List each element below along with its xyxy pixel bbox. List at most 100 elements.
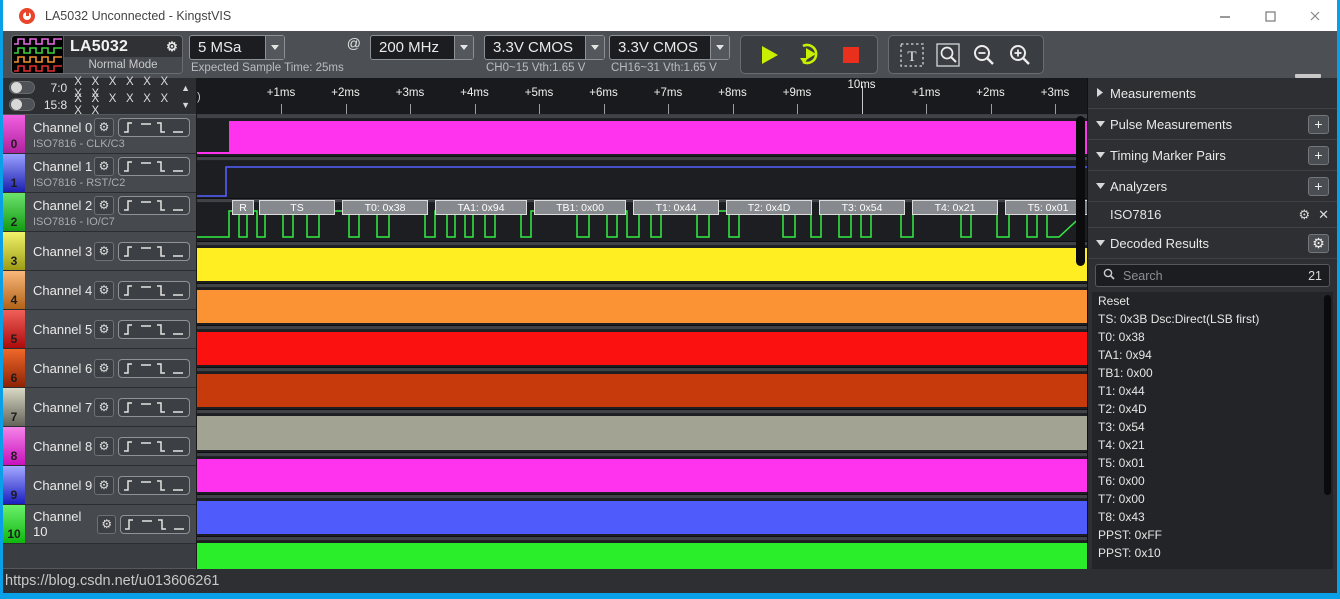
section-decoded-results[interactable]: Decoded Results ⚙ <box>1088 228 1337 259</box>
trigger-scroll-arrow-icon[interactable]: ▲ <box>181 83 190 93</box>
channel-settings-gear-icon[interactable]: ⚙ <box>97 514 117 534</box>
channel-trigger-edge-buttons[interactable] <box>120 514 190 534</box>
decoded-result-item[interactable]: Reset <box>1092 292 1333 310</box>
decoded-result-item[interactable]: T4: 0x21 <box>1092 436 1333 454</box>
channel-row-1[interactable]: 1 Channel 1 ⚙ ISO7816 - RST/C2 <box>3 154 196 193</box>
decoded-result-item[interactable]: TA1: 0x94 <box>1092 346 1333 364</box>
add-button[interactable]: + <box>1308 145 1329 165</box>
channel-row-0[interactable]: 0 Channel 0 ⚙ ISO7816 - CLK/C3 <box>3 115 196 154</box>
channel-trigger-edge-buttons[interactable] <box>118 156 190 176</box>
channel-settings-gear-icon[interactable]: ⚙ <box>94 280 114 300</box>
decoded-bubble[interactable]: T0: 0x38 <box>342 200 428 216</box>
channel-trigger-edge-buttons[interactable] <box>118 397 190 417</box>
channel-settings-gear-icon[interactable]: ⚙ <box>94 475 114 495</box>
channel-row-6[interactable]: 6 Channel 6 ⚙ <box>3 349 196 388</box>
channel-trigger-edge-buttons[interactable] <box>118 475 190 495</box>
waveform-row-5[interactable] <box>197 326 1087 369</box>
channel-settings-gear-icon[interactable]: ⚙ <box>94 319 114 339</box>
channel-row-3[interactable]: 3 Channel 3 ⚙ <box>3 232 196 271</box>
channel-trigger-edge-buttons[interactable] <box>118 117 190 137</box>
chevron-down-icon[interactable] <box>265 36 284 59</box>
decoded-bubble[interactable]: TS <box>259 200 335 216</box>
channel-trigger-edge-buttons[interactable] <box>118 436 190 456</box>
add-button[interactable]: + <box>1308 114 1329 134</box>
device-selector[interactable]: LA5032 ⚙ Normal Mode <box>11 35 183 74</box>
zoom-out-button[interactable] <box>971 42 997 68</box>
channel-row-9[interactable]: 9 Channel 9 ⚙ <box>3 466 196 505</box>
decoded-result-item[interactable]: TS: 0x3B Dsc:Direct(LSB first) <box>1092 310 1333 328</box>
decoded-result-item[interactable]: T2: 0x4D <box>1092 400 1333 418</box>
decoded-bubble[interactable]: TB1: 0x00 <box>534 200 626 216</box>
channel-settings-gear-icon[interactable]: ⚙ <box>94 241 114 261</box>
decoded-result-item[interactable]: T0: 0x38 <box>1092 328 1333 346</box>
zoom-fit-button[interactable] <box>935 42 961 68</box>
sample-rate-select[interactable]: 200 MHz <box>369 35 474 60</box>
chevron-down-icon[interactable] <box>1096 238 1110 248</box>
decoded-bubble[interactable]: TA1: 0x94 <box>435 200 527 216</box>
text-tool-button[interactable]: T <box>899 42 925 68</box>
trigger-scroll-arrow-icon[interactable]: ▼ <box>181 100 190 110</box>
channel-settings-gear-icon[interactable]: ⚙ <box>94 117 114 137</box>
decoded-result-item[interactable]: T8: 0x43 <box>1092 508 1333 526</box>
section-timing-marker-pairs[interactable]: Timing Marker Pairs + <box>1088 140 1337 171</box>
channel-settings-gear-icon[interactable]: ⚙ <box>94 195 114 215</box>
section-measurements[interactable]: Measurements <box>1088 78 1337 109</box>
channel-trigger-edge-buttons[interactable] <box>118 319 190 339</box>
waveform-row-2[interactable]: R TS T0: 0x38 TA1: 0x94 TB1: 0x00 T1: 0x44 T2:… <box>197 199 1087 242</box>
sample-depth-select[interactable]: 5 MSa <box>189 35 285 60</box>
device-settings-gear-icon[interactable]: ⚙ <box>166 39 178 55</box>
decoded-bubble[interactable]: R <box>232 200 254 216</box>
decoded-results-list[interactable]: Reset TS: 0x3B Dsc:Direct(LSB first) T0: 0… <box>1092 292 1333 593</box>
section-pulse-measurements[interactable]: Pulse Measurements + <box>1088 109 1337 140</box>
trigger-enable-toggle[interactable] <box>9 81 35 94</box>
close-button[interactable] <box>1292 0 1337 31</box>
channel-row-4[interactable]: 4 Channel 4 ⚙ <box>3 271 196 310</box>
decoded-bubble[interactable]: T4: 0x21 <box>912 200 998 216</box>
analyzer-item-iso7816[interactable]: ISO7816 ⚙ ✕ <box>1088 202 1337 228</box>
decoded-result-item[interactable]: T5: 0x01 <box>1092 454 1333 472</box>
trigger-mask-marks[interactable]: X X X X X X X X <box>74 93 181 117</box>
decoded-result-item[interactable]: T7: 0x00 <box>1092 490 1333 508</box>
trigger-enable-toggle[interactable] <box>9 98 35 111</box>
add-button[interactable]: + <box>1308 176 1329 196</box>
channel-trigger-edge-buttons[interactable] <box>118 358 190 378</box>
decoded-result-item[interactable]: PPST: 0x10 <box>1092 544 1333 562</box>
loop-capture-button[interactable] <box>797 42 825 68</box>
waveform-row-4[interactable] <box>197 283 1087 326</box>
ch16-31-level-select[interactable]: 3.3V CMOS <box>608 35 730 60</box>
decoded-bubble[interactable]: T1: 0x44 <box>633 200 719 216</box>
device-mode-label[interactable]: Normal Mode <box>64 57 182 73</box>
channel-trigger-edge-buttons[interactable] <box>118 280 190 300</box>
channel-settings-gear-icon[interactable]: ⚙ <box>94 436 114 456</box>
channel-row-7[interactable]: 7 Channel 7 ⚙ <box>3 388 196 427</box>
decoded-result-item[interactable]: PPST: 0xFF <box>1092 526 1333 544</box>
channel-settings-gear-icon[interactable]: ⚙ <box>94 397 114 417</box>
waveform-row-0[interactable] <box>197 115 1087 158</box>
ch0-15-level-select[interactable]: 3.3V CMOS <box>483 35 605 60</box>
waveform-row-6[interactable] <box>197 368 1087 411</box>
analyzer-remove-close-icon[interactable]: ✕ <box>1318 207 1329 223</box>
analyzer-settings-gear-icon[interactable]: ⚙ <box>1298 207 1310 223</box>
decoded-bubble[interactable]: T3: 0x54 <box>819 200 905 216</box>
waveform-vertical-scrollbar[interactable] <box>1076 116 1085 266</box>
decoded-results-settings-gear-icon[interactable]: ⚙ <box>1308 233 1329 253</box>
waveform-row-8[interactable] <box>197 452 1087 495</box>
chevron-right-icon[interactable] <box>1096 87 1110 99</box>
waveform-area[interactable]: ) +1ms +2ms +3ms +4ms +5ms +6ms +7ms +8ms +9ms 10… <box>197 78 1087 593</box>
channel-trigger-edge-buttons[interactable] <box>118 241 190 261</box>
channel-trigger-edge-buttons[interactable] <box>118 195 190 215</box>
decoded-result-item[interactable]: TB1: 0x00 <box>1092 364 1333 382</box>
maximize-button[interactable] <box>1247 0 1292 31</box>
chevron-down-icon[interactable] <box>584 36 604 59</box>
waveform-row-7[interactable] <box>197 410 1087 453</box>
channel-row-10[interactable]: 10 Channel 10 ⚙ <box>3 505 196 544</box>
chevron-down-icon[interactable] <box>709 36 729 59</box>
stop-capture-button[interactable] <box>841 45 861 65</box>
results-vertical-scrollbar[interactable] <box>1324 295 1331 495</box>
decoded-result-item[interactable]: T3: 0x54 <box>1092 418 1333 436</box>
chevron-down-icon[interactable] <box>1096 119 1110 129</box>
channel-settings-gear-icon[interactable]: ⚙ <box>94 156 114 176</box>
waveform-row-3[interactable] <box>197 241 1087 284</box>
trigger-row-1[interactable]: 15:8 X X X X X X X X ▼ <box>3 93 196 117</box>
channel-settings-gear-icon[interactable]: ⚙ <box>94 358 114 378</box>
